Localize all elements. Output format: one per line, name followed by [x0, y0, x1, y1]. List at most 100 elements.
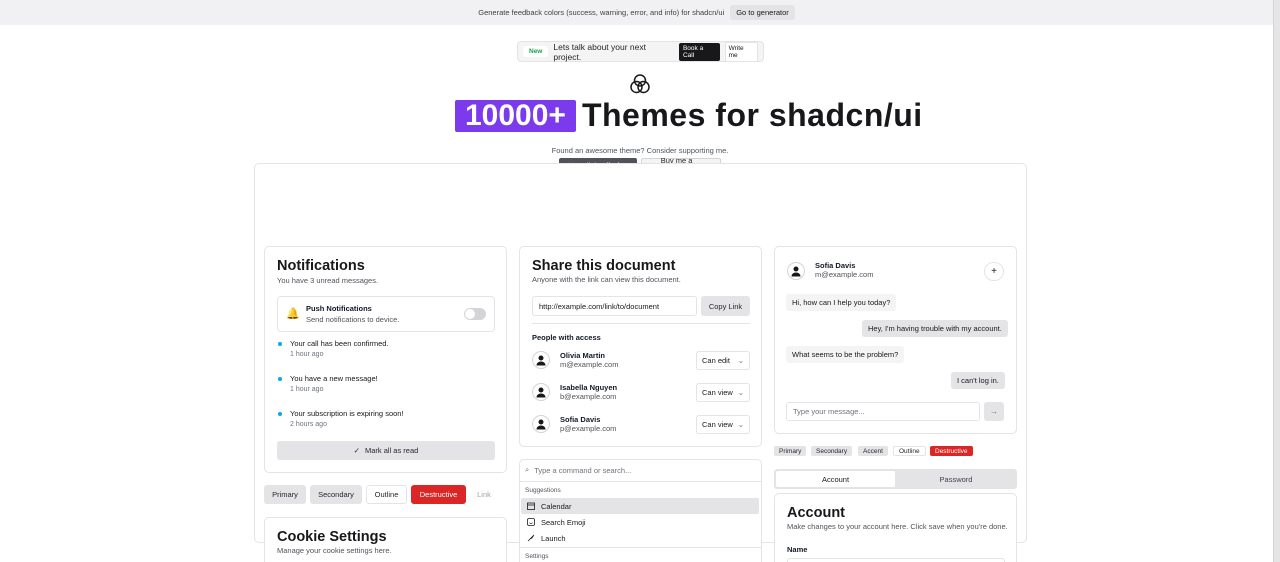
chat-contact-email: m@example.com	[815, 270, 874, 279]
outline-button[interactable]: Outline	[366, 485, 407, 504]
badge-primary: Primary	[774, 446, 807, 456]
notification-time: 1 hour ago	[290, 351, 324, 358]
push-toggle-knob	[465, 309, 475, 319]
check-icon: ✓	[353, 446, 360, 455]
notification-item: You have a new message! 1 hour ago	[290, 374, 378, 393]
command-item-launch[interactable]: Launch	[521, 530, 759, 546]
top-banner-text: Generate feedback colors (success, warni…	[478, 8, 725, 17]
account-card: Account Make changes to your account her…	[774, 493, 1017, 562]
command-item-search-emoji[interactable]: Search Emoji	[521, 514, 759, 530]
share-card: Share this document Anyone with the link…	[519, 246, 762, 447]
notification-time: 2 hours ago	[290, 421, 327, 428]
person-name: Olivia Martin	[560, 351, 606, 360]
badge-destructive: Destructive	[930, 446, 973, 456]
chat-avatar	[787, 262, 805, 280]
badge-accent: Accent	[858, 446, 888, 456]
themes-count: 10000+	[455, 99, 576, 132]
person-icon	[536, 355, 546, 366]
avatar	[532, 415, 550, 433]
link-input[interactable]: http://example.com/link/to/document	[532, 296, 697, 316]
notification-text: Your call has been confirmed.	[290, 339, 389, 348]
book-call-button[interactable]: Book a Call	[678, 42, 720, 61]
chat-message-input[interactable]: Type your message...	[786, 402, 980, 421]
name-input[interactable]	[787, 558, 1005, 562]
command-search-placeholder: Type a command or search...	[534, 465, 632, 475]
chat-contact-name: Sofia Davis	[815, 261, 856, 270]
tab-account[interactable]: Account	[776, 471, 895, 487]
chat-message: Hi, how can I help you today?	[786, 294, 897, 311]
account-title: Account	[787, 505, 845, 521]
destructive-button[interactable]: Destructive	[411, 485, 466, 504]
chevron-down-icon: ⌄	[737, 388, 744, 397]
chevron-down-icon: ⌄	[737, 420, 744, 429]
unread-dot	[278, 342, 282, 346]
push-notifications-box: 🔔 Push Notifications Send notifications …	[277, 296, 495, 332]
link-button[interactable]: Link	[470, 485, 498, 504]
command-item-calendar[interactable]: Calendar	[521, 498, 759, 514]
write-me-button[interactable]: Write me	[724, 41, 758, 62]
notifications-subtitle: You have 3 unread messages.	[277, 276, 379, 285]
copy-link-button[interactable]: Copy Link	[701, 296, 750, 316]
avatar	[532, 351, 550, 369]
top-banner: Generate feedback colors (success, warni…	[0, 0, 1273, 25]
permission-select[interactable]: Can edit ⌄	[696, 351, 750, 370]
person-name: Sofia Davis	[560, 415, 601, 424]
command-search[interactable]: ⌕ Type a command or search...	[525, 464, 755, 476]
logo-icon	[630, 74, 650, 94]
person-icon	[536, 387, 546, 398]
command-item-label: Launch	[541, 533, 566, 543]
divider	[519, 547, 762, 548]
divider	[519, 481, 762, 482]
secondary-button[interactable]: Secondary	[310, 485, 362, 504]
divider	[532, 323, 750, 324]
share-title: Share this document	[532, 258, 676, 274]
permission-select[interactable]: Can view ⌄	[696, 415, 750, 434]
permission-value: Can view	[702, 388, 733, 397]
command-item-label: Search Emoji	[541, 517, 586, 527]
person-icon	[536, 419, 546, 430]
chat-message: Hey, I'm having trouble with my account.	[862, 320, 1008, 337]
mark-all-read-label: Mark all as read	[364, 446, 419, 455]
share-subtitle: Anyone with the link can view this docum…	[532, 275, 681, 284]
person-icon	[791, 266, 801, 277]
go-to-generator-button[interactable]: Go to generator	[730, 5, 795, 20]
arrow-right-icon: →	[990, 407, 998, 416]
primary-button[interactable]: Primary	[264, 485, 306, 504]
person-name: Isabella Nguyen	[560, 383, 618, 392]
notification-text: Your subscription is expiring soon!	[290, 409, 404, 418]
bell-icon: 🔔	[286, 308, 300, 320]
person-email: p@example.com	[560, 424, 617, 433]
name-label: Name	[787, 545, 808, 554]
account-subtitle: Make changes to your account here. Click…	[787, 522, 1008, 531]
new-badge: New	[523, 46, 549, 57]
chat-message: I can't log in.	[951, 372, 1005, 389]
scrollbar[interactable]	[1273, 0, 1280, 562]
search-icon: ⌕	[525, 465, 530, 474]
cookie-subtitle: Manage your cookie settings here.	[277, 546, 392, 555]
permission-select[interactable]: Can view ⌄	[696, 383, 750, 402]
settings-group-label: Settings	[525, 553, 549, 560]
calendar-icon	[527, 502, 535, 510]
people-title: People with access	[532, 333, 601, 342]
permission-value: Can view	[702, 420, 733, 429]
unread-dot	[278, 412, 282, 416]
chevron-down-icon: ⌄	[737, 356, 744, 365]
push-toggle[interactable]	[464, 308, 486, 320]
notification-time: 1 hour ago	[290, 386, 324, 393]
suggestions-group-label: Suggestions	[525, 487, 561, 494]
notification-item: Your call has been confirmed. 1 hour ago	[290, 339, 389, 358]
command-item-label: Calendar	[541, 501, 572, 511]
person-email: m@example.com	[560, 360, 619, 369]
new-chat-button[interactable]: +	[984, 262, 1004, 281]
tab-password[interactable]: Password	[897, 471, 1015, 487]
mark-all-read-button[interactable]: ✓ Mark all as read	[277, 441, 495, 460]
push-title: Push Notifications	[306, 304, 372, 313]
notification-item: Your subscription is expiring soon! 2 ho…	[290, 409, 404, 428]
permission-value: Can edit	[702, 356, 730, 365]
notifications-card: Notifications You have 3 unread messages…	[264, 246, 507, 473]
avatar	[532, 383, 550, 401]
smile-icon	[527, 518, 535, 526]
send-button[interactable]: →	[984, 402, 1004, 421]
promo-text: Lets talk about your next project.	[553, 41, 646, 62]
cookie-title: Cookie Settings	[277, 529, 387, 545]
